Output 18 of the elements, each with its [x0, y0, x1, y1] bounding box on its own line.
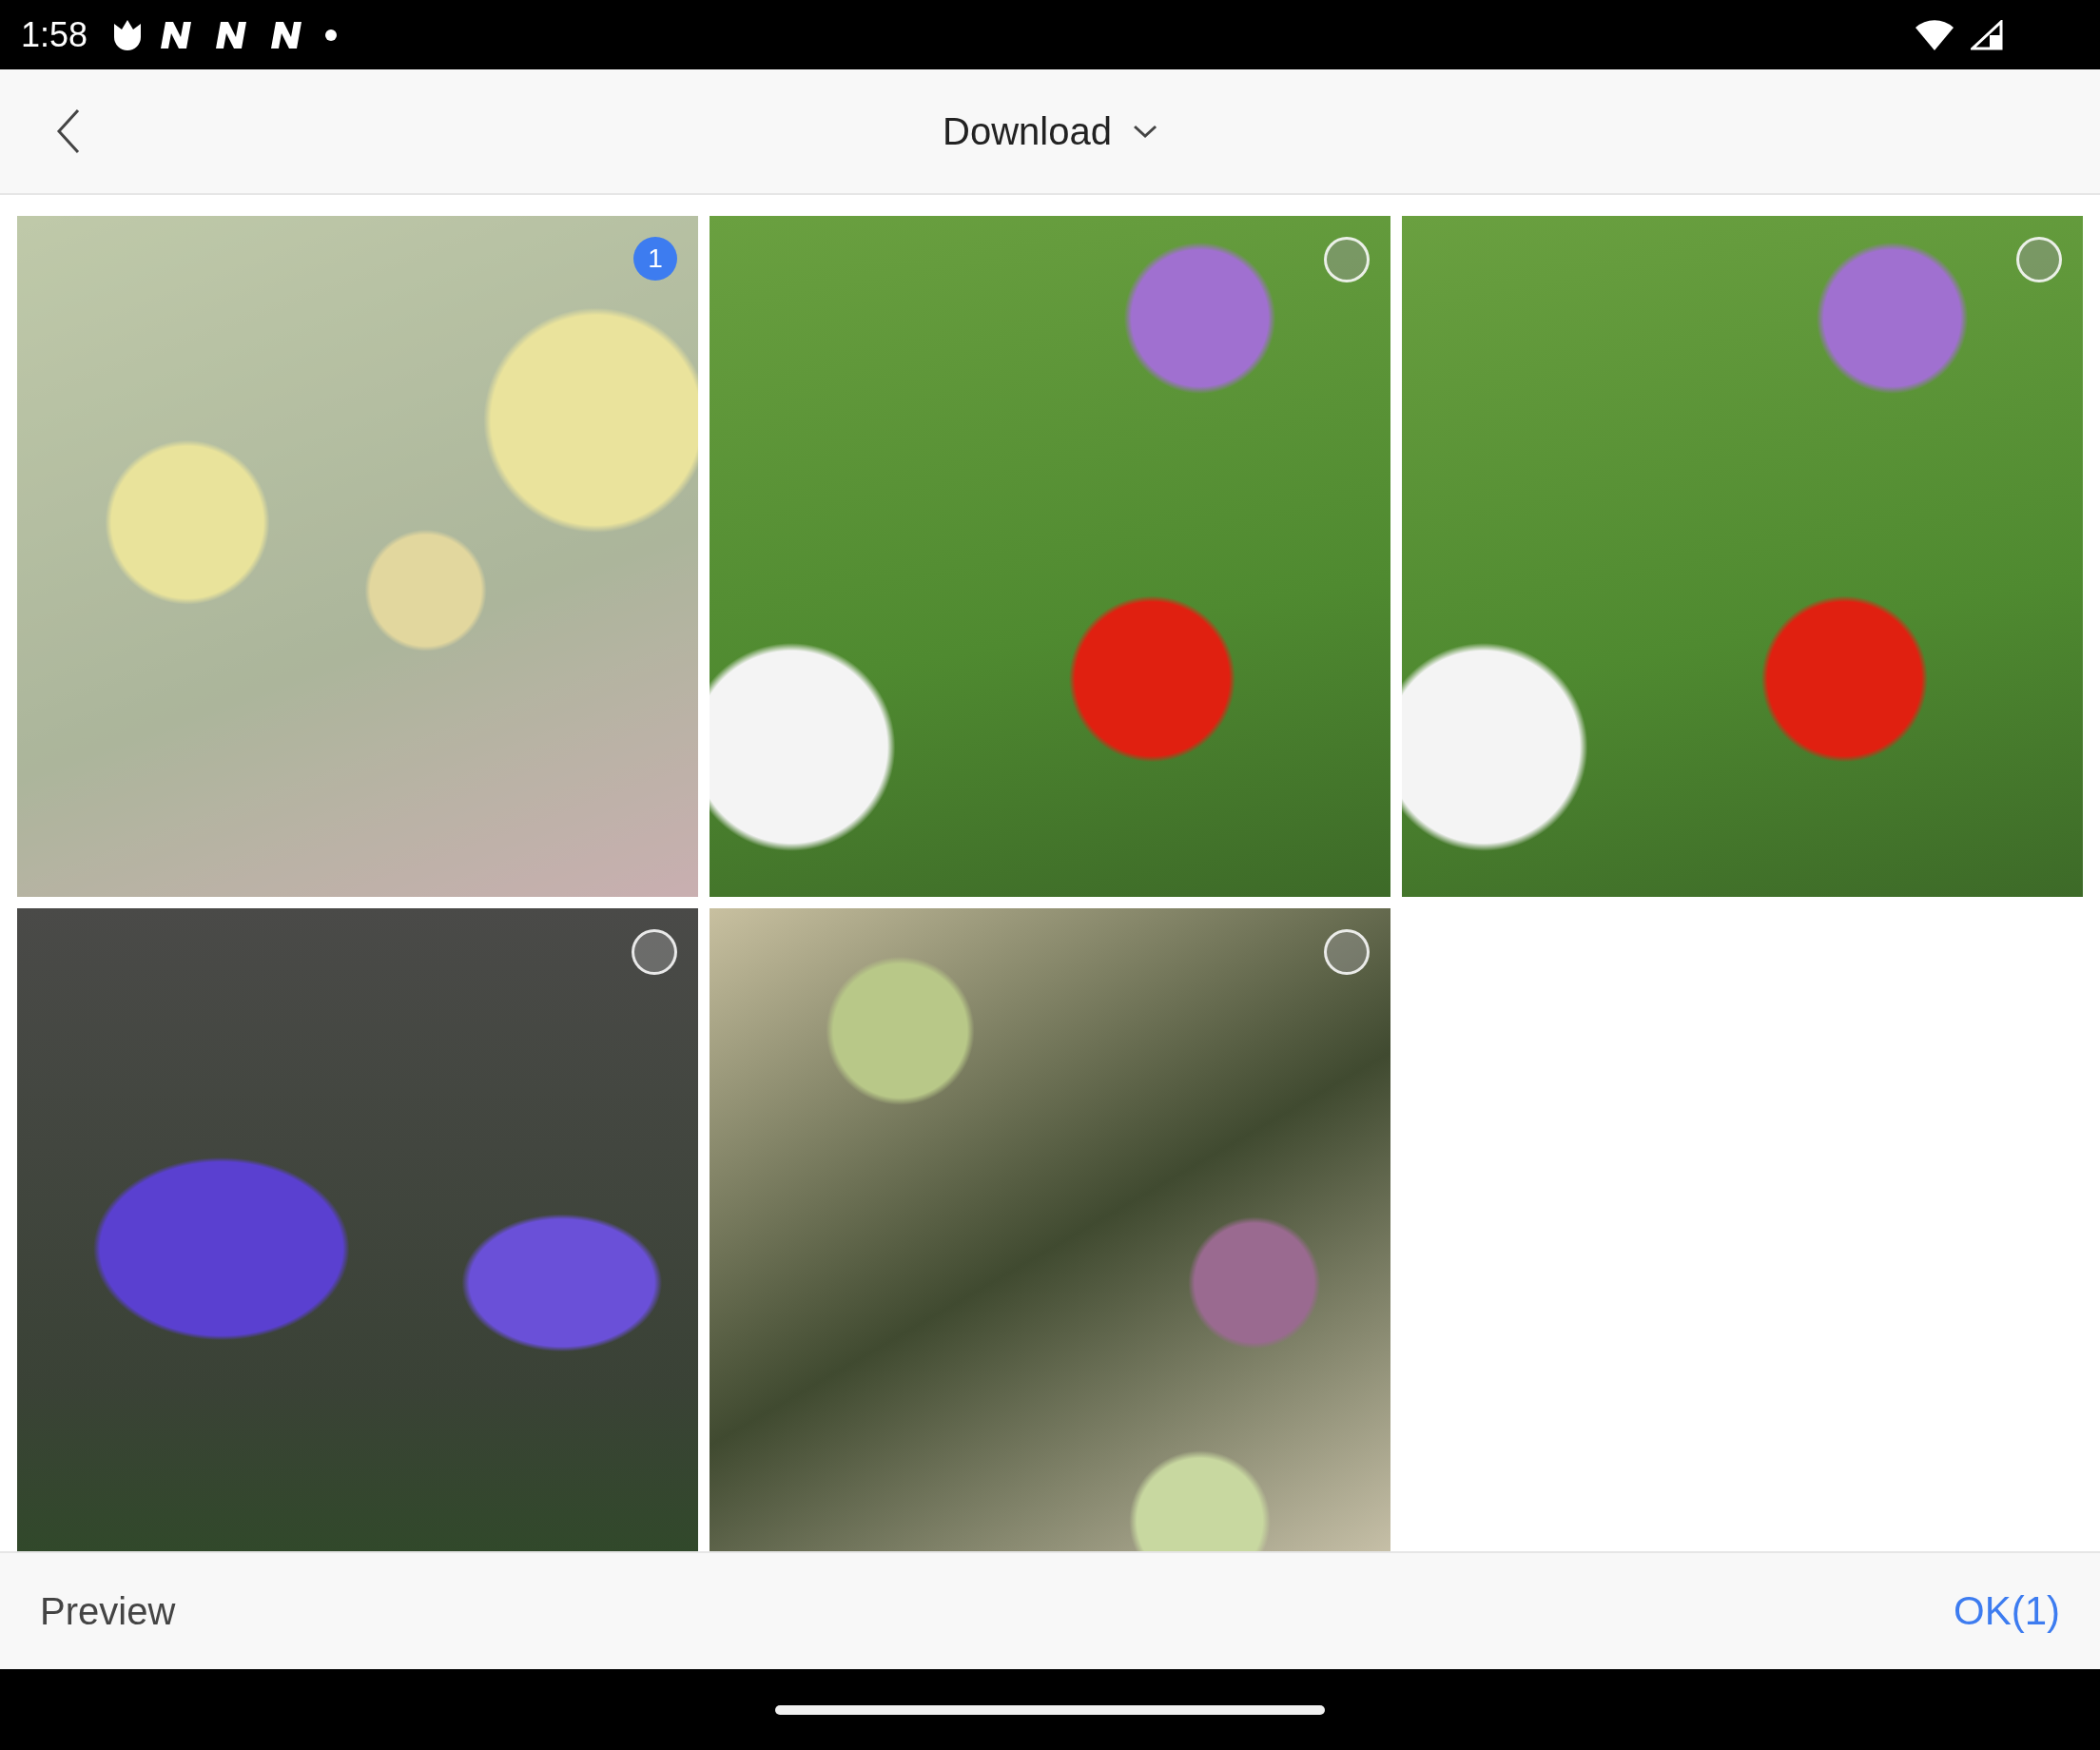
- photo-thumbnail[interactable]: [17, 908, 698, 1551]
- dot-icon: [325, 29, 338, 41]
- signal-icon: [1971, 19, 2003, 50]
- select-circle[interactable]: [632, 929, 677, 975]
- chevron-down-icon: [1132, 124, 1157, 139]
- wifi-icon: [1915, 19, 1954, 50]
- selection-badge[interactable]: 1: [633, 237, 677, 281]
- home-handle[interactable]: [775, 1704, 1325, 1715]
- photo-thumbnail[interactable]: [710, 216, 1390, 897]
- photo-thumbnail[interactable]: 1: [17, 216, 698, 897]
- photo-thumbnail[interactable]: [710, 908, 1390, 1551]
- select-circle[interactable]: [1324, 929, 1370, 975]
- photo-thumbnail[interactable]: [1402, 216, 2083, 897]
- chevron-left-icon: [55, 108, 82, 154]
- preview-button[interactable]: Preview: [40, 1589, 176, 1633]
- ok-button[interactable]: OK(1): [1954, 1588, 2060, 1634]
- status-time: 1:58: [21, 14, 88, 55]
- folder-dropdown[interactable]: Download: [943, 109, 1157, 153]
